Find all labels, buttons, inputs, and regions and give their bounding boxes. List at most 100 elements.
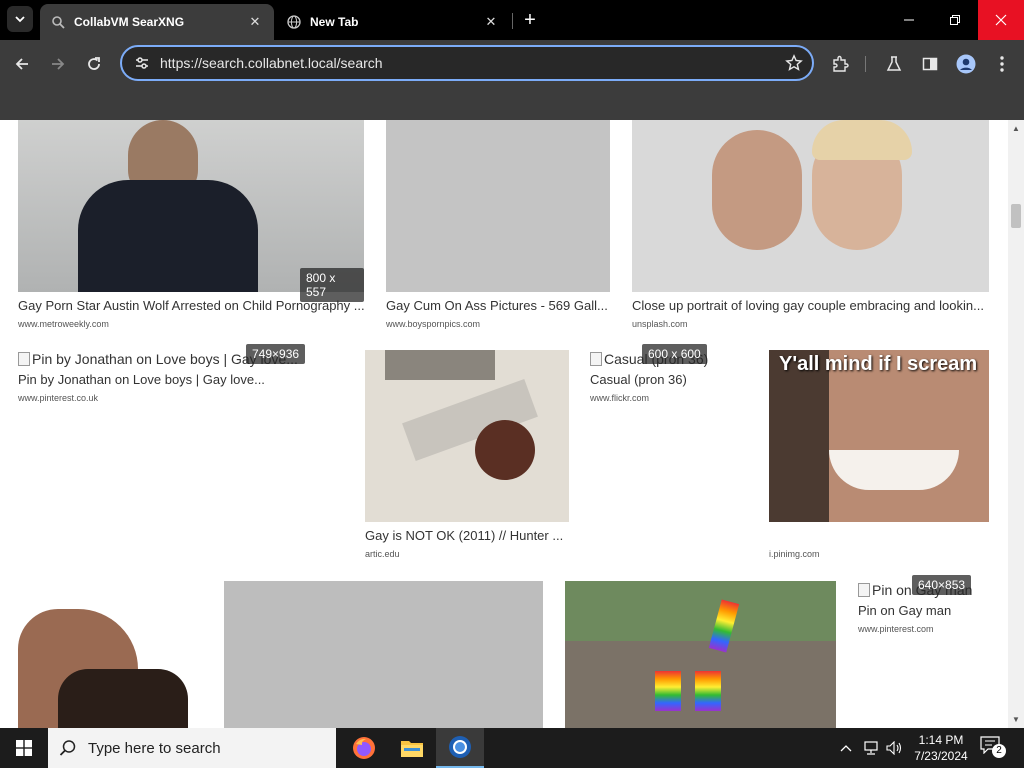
image-result[interactable]: 800 x 557 Gay Porn Star Austin Wolf Arre… (18, 120, 364, 330)
flask-icon (886, 56, 902, 71)
avatar-icon (956, 54, 976, 74)
man-in-dark-shirt-photo[interactable] (18, 120, 364, 292)
restore-button[interactable] (932, 0, 978, 40)
windows-taskbar: Type here to search 1:14 PM 7/23/2024 2 (0, 728, 1024, 768)
result-title[interactable]: Gay Cum On Ass Pictures - 569 Gall... (386, 298, 610, 313)
firefox-taskbar-button[interactable] (340, 728, 388, 768)
side-panel-button[interactable] (916, 50, 944, 78)
tab-divider (512, 13, 513, 29)
reload-icon (88, 57, 100, 70)
tab-new-tab[interactable]: New Tab ✕ (276, 4, 510, 40)
scrollbar-thumb[interactable] (1011, 204, 1021, 228)
close-icon (995, 14, 1007, 26)
collage-artwork[interactable] (365, 350, 569, 522)
explicit-photo[interactable] (386, 120, 610, 292)
site-settings-icon[interactable] (124, 55, 160, 71)
tab-close-icon[interactable]: ✕ (482, 13, 500, 31)
taskbar-search-placeholder: Type here to search (88, 739, 221, 757)
image-result[interactable] (565, 581, 836, 728)
result-title[interactable]: Gay Porn Star Austin Wolf Arrested on Ch… (18, 298, 364, 313)
result-url: www.metroweekly.com (18, 319, 109, 329)
back-button[interactable] (8, 50, 36, 78)
couple-portrait-photo[interactable] (632, 120, 989, 292)
new-tab-button[interactable]: + (518, 8, 542, 32)
menu-button[interactable] (988, 50, 1016, 78)
side-panel-icon (922, 57, 938, 71)
result-url: www.pinterest.com (858, 624, 934, 634)
result-title[interactable]: Gay is NOT OK (2011) // Hunter ... (365, 528, 569, 543)
show-hidden-icons-button[interactable] (836, 728, 856, 768)
result-title[interactable]: Close up portrait of loving gay couple e… (632, 298, 989, 313)
result-title[interactable]: Pin by Jonathan on Love boys | Gay love.… (18, 372, 338, 387)
forward-button[interactable] (44, 50, 72, 78)
image-result[interactable]: Gay is NOT OK (2011) // Hunter ... artic… (365, 350, 569, 565)
network-icon (864, 741, 878, 755)
image-result[interactable]: Gay Cum On Ass Pictures - 569 Gall... ww… (386, 120, 610, 330)
image-dimensions-badge: 749×936 (246, 344, 306, 364)
firefox-icon (353, 737, 375, 759)
arrow-right-icon (52, 58, 65, 70)
result-url: unsplash.com (632, 319, 688, 329)
chrome-taskbar-button[interactable] (436, 728, 484, 768)
start-button[interactable] (0, 728, 48, 768)
network-button[interactable] (860, 728, 882, 768)
minimize-icon (904, 19, 914, 21)
scroll-up-icon[interactable]: ▲ (1012, 124, 1020, 133)
bearded-man-photo[interactable] (18, 609, 202, 728)
file-explorer-icon (401, 741, 423, 757)
restore-icon (950, 15, 960, 25)
taskbar-clock[interactable]: 1:14 PM 7/23/2024 (908, 732, 974, 764)
volume-button[interactable] (884, 728, 906, 768)
image-result[interactable]: Pin on Gay man 640×853 Pin on Gay man ww… (858, 575, 998, 639)
meme-face-closeup[interactable]: Y'all mind if I scream (769, 350, 989, 522)
close-window-button[interactable] (978, 0, 1024, 40)
profile-button[interactable] (952, 50, 980, 78)
pride-parade-photo[interactable] (565, 581, 836, 728)
labs-button[interactable] (880, 50, 908, 78)
address-bar[interactable]: https://search.collabnet.local/search (120, 45, 814, 81)
image-result[interactable]: Casual (pron 36) 600 x 600 Casual (pron … (590, 344, 730, 408)
result-title[interactable]: Casual (pron 36) (590, 372, 730, 387)
tab-close-icon[interactable]: ✕ (246, 13, 264, 31)
tab-collabvm-searxng[interactable]: CollabVM SearXNG ✕ (40, 4, 274, 40)
result-title[interactable]: Pin on Gay man (858, 603, 998, 618)
image-dimensions-badge: 600 x 600 (642, 344, 707, 364)
image-result[interactable] (224, 581, 543, 728)
search-results-page: 800 x 557 Gay Porn Star Austin Wolf Arre… (0, 120, 1008, 728)
minimize-button[interactable] (886, 0, 932, 40)
scroll-down-icon[interactable]: ▼ (1012, 715, 1020, 724)
bookmark-star-icon[interactable] (776, 54, 812, 72)
image-result[interactable]: Pin by Jonathan on Love boys | Gay love.… (18, 344, 338, 408)
file-explorer-taskbar-button[interactable] (388, 728, 436, 768)
clock-date: 7/23/2024 (914, 749, 968, 763)
result-url: artic.edu (365, 549, 400, 559)
notification-count-badge: 2 (992, 744, 1006, 758)
taskbar-search-box[interactable]: Type here to search (48, 728, 336, 768)
explicit-photo[interactable] (224, 581, 543, 728)
result-url: i.pinimg.com (769, 549, 820, 559)
extensions-button[interactable] (826, 50, 854, 78)
tab-title: New Tab (310, 15, 359, 29)
result-url: www.boyspornpics.com (386, 319, 481, 329)
kebab-menu-icon (1000, 56, 1004, 72)
image-dimensions-badge: 640×853 (912, 575, 972, 595)
broken-image-icon (18, 352, 30, 366)
result-url: www.flickr.com (590, 393, 650, 403)
chevron-up-icon (840, 745, 852, 752)
tab-search-button[interactable] (7, 6, 33, 32)
clock-time: 1:14 PM (918, 733, 964, 747)
reload-button[interactable] (80, 50, 108, 78)
image-dimensions-badge: 800 x 557 (300, 268, 364, 302)
image-result[interactable] (18, 581, 202, 728)
image-result[interactable]: Y'all mind if I scream i.pinimg.com (769, 350, 989, 565)
image-result[interactable]: Close up portrait of loving gay couple e… (632, 120, 989, 330)
windows-logo-icon (16, 740, 32, 756)
notification-center-button[interactable]: 2 (980, 736, 1006, 760)
page-scrollbar[interactable]: ▲ ▼ (1008, 120, 1024, 728)
chevron-down-icon (15, 16, 25, 23)
browser-toolbar: https://search.collabnet.local/search (0, 40, 1024, 120)
tab-strip: CollabVM SearXNG ✕ New Tab ✕ + (0, 0, 1024, 40)
broken-image-icon (590, 352, 602, 366)
url-text[interactable]: https://search.collabnet.local/search (160, 55, 776, 71)
speaker-icon (886, 741, 902, 755)
